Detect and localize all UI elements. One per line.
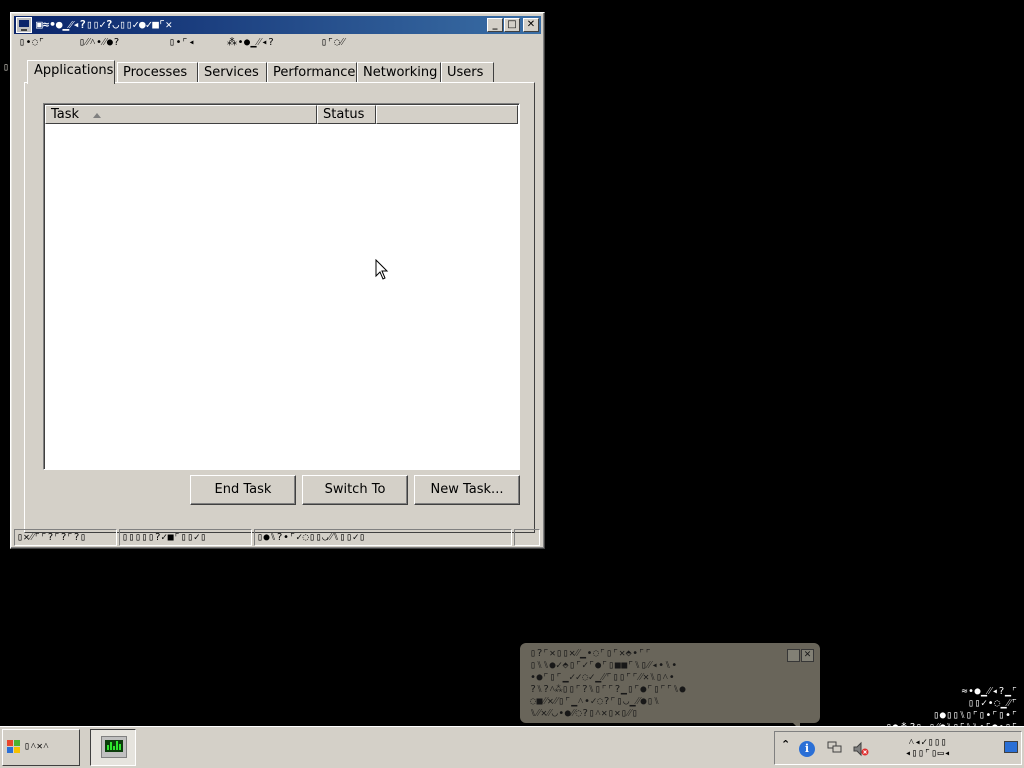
show-desktop-icon[interactable] [1004, 741, 1018, 753]
minimize-button[interactable]: _ [487, 18, 503, 32]
menu-item-windows[interactable]: ⁂•●▁⁄⁄◂? [227, 37, 274, 48]
task-manager-icon [16, 17, 32, 33]
window-title: ▣≈•●▁⁄⁄◂?▯▯✓?◡▯▯✓●✓■⌜✕ [36, 18, 173, 31]
desktop-text-line: ≈•●▁⁄⁄◂?▁⌜ [961, 686, 1018, 697]
info-icon[interactable]: i [799, 741, 815, 757]
list-header: Task Status [45, 105, 518, 124]
balloon-line: ?⑊?˄⁂▯▯⌜?⑊▯⌜⌜?▁▯⌜●⌜▯⌜⌜⑊● [530, 684, 687, 695]
taskbar: ▯˄✕˄ ⌃ i ˄◂✓▯▯▯ ◂▯▯⌜▯▭◂ [0, 726, 1024, 768]
taskbar-task-manager-button[interactable] [90, 729, 136, 766]
resize-grip[interactable] [514, 529, 540, 546]
switch-to-button[interactable]: Switch To [302, 475, 408, 505]
status-commit-charge: ▯●⑊?•⌜✓◌▯▯◡⁄⁄⑊▯▯✓▯ [254, 529, 512, 546]
sort-ascending-icon [93, 113, 101, 118]
balloon-line: ▯⑊⑊●✓⬘▯⌜✓⌜●⌜▯■■⌜⑊▯⁄⁄◂•⑊• [530, 660, 678, 671]
balloon-line: •●⌜▯⌜▁✓✓◌✓▁⁄⁄⌜▯▯⌜⌜⁄⁄✕⑊▯˄• [530, 672, 676, 683]
balloon-line: ◌■⁄⁄✕⁄⁄▯⌜▁˄•✓◌?⌜▯◡▁⁄⁄●▯⑊ [530, 696, 660, 707]
tab-services[interactable]: Services [198, 62, 267, 82]
desktop-text-line: ▯●▯▯⑊▯⌜▯•⌜▯•⌜ [933, 710, 1018, 721]
end-task-button[interactable]: End Task [190, 475, 296, 505]
menu-item-view[interactable]: ▯•⌜◂ [169, 37, 195, 48]
volume-muted-icon[interactable] [853, 741, 869, 757]
status-processes: ▯✕⁄⁄⌜⌜?⌜?⌜?▯ [14, 529, 117, 546]
tray-expand-button[interactable]: ⌃ [781, 738, 790, 751]
tab-users[interactable]: Users [441, 62, 494, 82]
title-bar[interactable]: ▣≈•●▁⁄⁄◂?▯▯✓?◡▯▯✓●✓■⌜✕ _ □ ✕ [14, 16, 541, 34]
tab-networking[interactable]: Networking [357, 62, 441, 82]
menu-item-options[interactable]: ▯⁄⁄˄•⁄⁄●? [79, 37, 120, 48]
tray-clock[interactable]: ˄◂✓▯▯▯ ◂▯▯⌜▯▭◂ [905, 737, 951, 759]
column-header-task-label: Task [51, 107, 80, 122]
windows-logo-icon [7, 740, 20, 753]
desktop-text-line: ▯▯✓•◌▁⁄⁄⌜ [968, 698, 1018, 709]
maximize-button[interactable]: □ [504, 18, 520, 32]
task-manager-window[interactable]: ▣≈•●▁⁄⁄◂?▯▯✓?◡▯▯✓●✓■⌜✕ _ □ ✕ ▯•◌⌜ ▯⁄⁄˄•⁄… [10, 12, 545, 549]
network-icon[interactable] [827, 741, 843, 755]
balloon-line: ▯?⌜✕▯▯✕⁄⁄▁•◌⌜▯⌜✕⬘•⌜⌜ [530, 648, 652, 659]
balloon-line: ⑊⁄⁄✕⁄⁄◡•●⁄⁄◌?▯˄✕▯✕▯⁄⁄▯ [530, 708, 639, 719]
status-bar: ▯✕⁄⁄⌜⌜?⌜?⌜?▯ ▯▯▯▯▯?✓■⌜▯▯✓▯ ▯●⑊?•⌜✓◌▯▯◡⁄⁄… [14, 529, 541, 546]
pin-icon[interactable] [787, 649, 800, 662]
menu-item-file[interactable]: ▯•◌⌜ [19, 37, 45, 48]
clock-date: ◂▯▯⌜▯▭◂ [905, 748, 951, 759]
tab-strip: Applications Processes Services Performa… [27, 60, 527, 84]
task-list[interactable]: Task Status [43, 103, 520, 470]
tab-performance[interactable]: Performance [267, 62, 357, 82]
start-button[interactable]: ▯˄✕˄ [2, 729, 80, 766]
task-manager-icon [101, 736, 127, 758]
tab-processes[interactable]: Processes [117, 62, 198, 82]
tab-applications[interactable]: Applications [27, 60, 115, 84]
balloon-close-button[interactable]: ✕ [801, 649, 814, 662]
desktop-stray-glyph: ▯ [3, 62, 10, 73]
column-header-task[interactable]: Task [45, 105, 317, 124]
mouse-pointer-icon [375, 259, 389, 280]
status-cpu-usage: ▯▯▯▯▯?✓■⌜▯▯✓▯ [119, 529, 252, 546]
clock-time: ˄◂✓▯▯▯ [908, 737, 948, 748]
new-task-button[interactable]: New Task... [414, 475, 520, 505]
system-tray: ⌃ i ˄◂✓▯▯▯ ◂▯▯⌜▯▭◂ [774, 731, 1022, 765]
column-header-filler [376, 105, 518, 124]
balloon-message: ▯?⌜✕▯▯✕⁄⁄▁•◌⌜▯⌜✕⬘•⌜⌜ ▯⑊⑊●✓⬘▯⌜✓⌜●⌜▯■■⌜⑊▯⁄… [530, 648, 790, 720]
close-button[interactable]: ✕ [523, 18, 539, 32]
start-label: ▯˄✕˄ [24, 741, 50, 752]
menu-item-help[interactable]: ▯⌜◌⁄⁄ [321, 37, 345, 48]
column-header-status[interactable]: Status [317, 105, 376, 124]
notification-balloon[interactable]: ▯?⌜✕▯▯✕⁄⁄▁•◌⌜▯⌜✕⬘•⌜⌜ ▯⑊⑊●✓⬘▯⌜✓⌜●⌜▯■■⌜⑊▯⁄… [520, 643, 820, 723]
